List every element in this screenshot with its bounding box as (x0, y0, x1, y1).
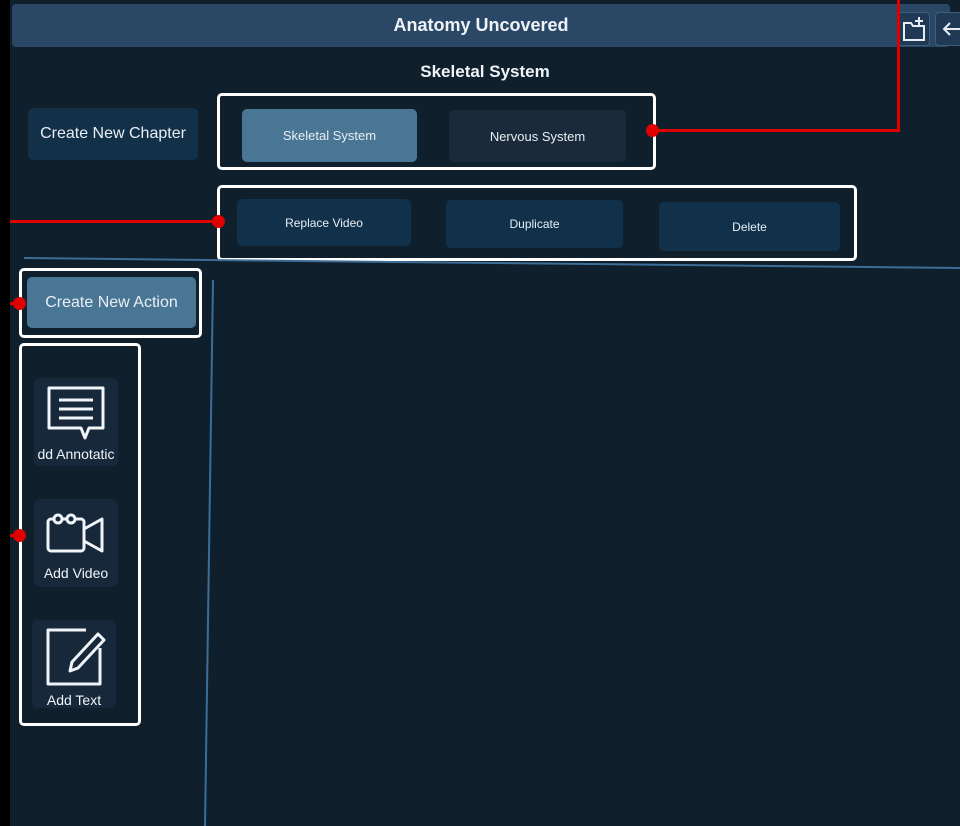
callout-dot-chapters (646, 124, 659, 137)
callout-dot-video-actions (212, 215, 225, 228)
callout-line-chapters-vertical (897, 0, 900, 132)
callout-dot-tools (13, 529, 26, 542)
callout-line-video-actions (10, 220, 218, 223)
add-video-tool[interactable]: Add Video (34, 499, 118, 587)
callout-dot-create-action (13, 297, 26, 310)
add-annotation-tool[interactable]: dd Annotatic (34, 378, 118, 466)
create-new-action-button[interactable]: Create New Action (27, 277, 196, 328)
annotation-icon (47, 386, 105, 440)
add-text-label: Add Text (46, 692, 102, 708)
add-video-label: Add Video (43, 565, 109, 581)
editor-window: Anatomy Uncovered Skeletal System Create… (10, 0, 960, 826)
video-camera-icon (46, 513, 104, 553)
edit-text-icon (46, 628, 106, 686)
add-annotation-label: dd Annotatic (37, 446, 115, 462)
callout-line-chapters (653, 129, 900, 132)
add-text-tool[interactable]: Add Text (32, 620, 116, 708)
layout-dividers (23, 257, 960, 826)
